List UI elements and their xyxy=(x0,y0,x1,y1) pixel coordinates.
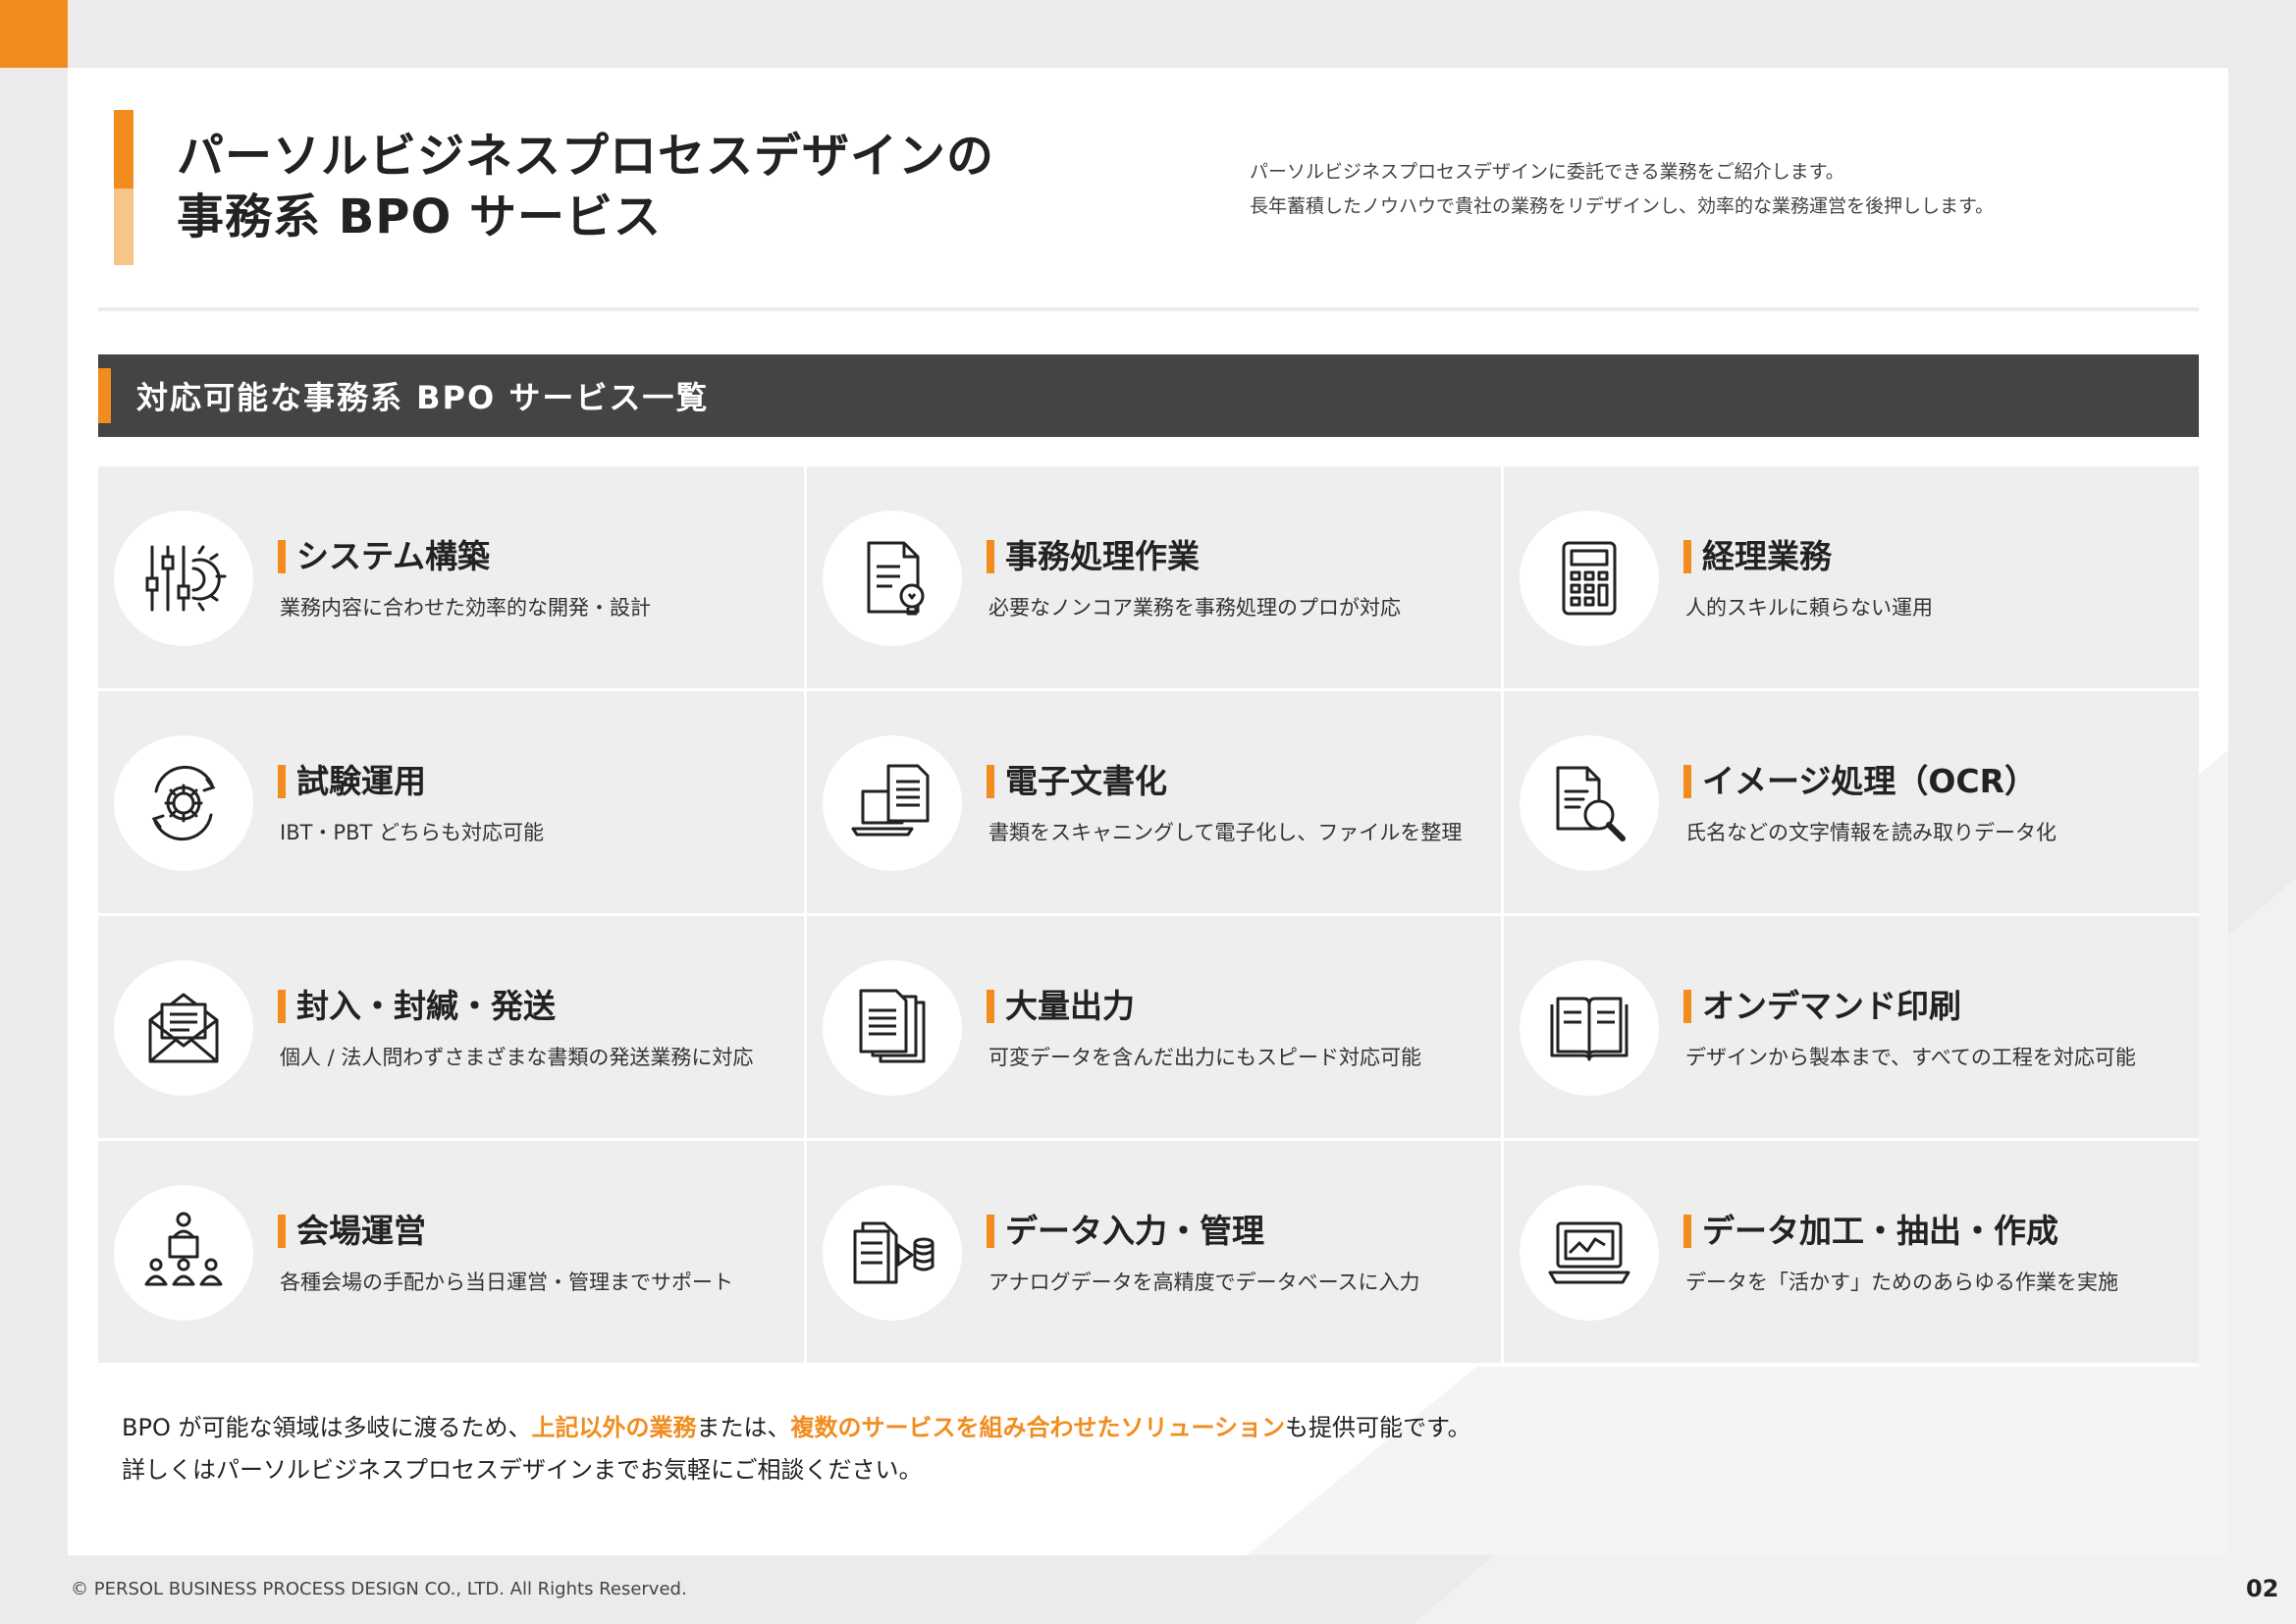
document-search-icon xyxy=(1556,766,1626,841)
service-title: 事務処理作業 xyxy=(987,537,1200,576)
service-title: システム構築 xyxy=(278,537,490,576)
service-title: 会場運営 xyxy=(278,1212,426,1251)
document-stack-icon xyxy=(859,989,926,1063)
footnote-text: も提供可能です。 xyxy=(1285,1414,1471,1441)
laptop-document-icon xyxy=(851,764,930,837)
calculator-icon xyxy=(1562,541,1617,616)
service-card: 電子文書化 書類をスキャニングして電子化し、ファイルを整理 xyxy=(807,691,1501,913)
service-title: データ入力・管理 xyxy=(987,1212,1264,1251)
page-number: 02 xyxy=(2246,1575,2279,1602)
service-card: 封入・封緘・発送 個人 / 法人問わずさまざまな書類の発送業務に対応 xyxy=(98,916,804,1138)
service-icon-circle xyxy=(823,960,962,1096)
service-title: オンデマンド印刷 xyxy=(1683,987,1961,1026)
service-icon-circle xyxy=(1520,960,1659,1096)
title-accent-bar xyxy=(114,110,133,265)
service-card: 会場運営 各種会場の手配から当日運営・管理までサポート xyxy=(98,1141,804,1363)
service-title: データ加工・抽出・作成 xyxy=(1683,1212,2058,1251)
service-card: システム構築 業務内容に合わせた効率的な開発・設計 xyxy=(98,466,804,688)
service-card: オンデマンド印刷 デザインから製本まで、すべての工程を対応可能 xyxy=(1504,916,2199,1138)
service-description: 氏名などの文字情報を読み取りデータ化 xyxy=(1685,821,2056,844)
document-bulb-icon xyxy=(867,541,925,616)
service-description: 各種会場の手配から当日運営・管理までサポート xyxy=(280,1271,733,1294)
gear-cycle-icon xyxy=(151,765,216,841)
system-gear-icon xyxy=(145,545,227,612)
copyright: © PERSOL BUSINESS PROCESS DESIGN CO., LT… xyxy=(71,1579,687,1599)
service-description: アナログデータを高精度でデータベースに入力 xyxy=(988,1271,1420,1294)
service-title: 経理業務 xyxy=(1683,537,1832,576)
footnote-highlight: 複数のサービスを組み合わせたソリューション xyxy=(790,1414,1285,1441)
footnote-text: BPO が可能な領域は多岐に渡るため、 xyxy=(122,1414,532,1441)
footnote: BPO が可能な領域は多岐に渡るため、上記以外の業務または、複数のサービスを組み… xyxy=(122,1407,1471,1491)
services-grid: システム構築 業務内容に合わせた効率的な開発・設計 事務処理作業 必要なノンコア… xyxy=(98,466,2199,1367)
service-icon-circle xyxy=(823,735,962,871)
section-header: 対応可能な事務系 BPO サービス一覧 xyxy=(98,354,2199,437)
section-title: 対応可能な事務系 BPO サービス一覧 xyxy=(136,379,710,416)
service-card: イメージ処理（OCR） 氏名などの文字情報を読み取りデータ化 xyxy=(1504,691,2199,913)
header-divider xyxy=(98,307,2199,311)
document-database-icon xyxy=(853,1221,934,1284)
service-title: 電子文書化 xyxy=(987,762,1167,801)
page-title: パーソルビジネスプロセスデザインの 事務系 BPO サービス xyxy=(177,126,1158,247)
service-description: デザインから製本まで、すべての工程を対応可能 xyxy=(1685,1046,2136,1069)
service-icon-circle xyxy=(1520,511,1659,646)
footnote-highlight: 上記以外の業務 xyxy=(531,1414,697,1441)
service-card: データ入力・管理 アナログデータを高精度でデータベースに入力 xyxy=(807,1141,1501,1363)
page-title-line2: 事務系 BPO サービス xyxy=(177,189,662,244)
service-title: 試験運用 xyxy=(278,762,426,801)
service-description: 人的スキルに頼らない運用 xyxy=(1685,596,1933,620)
service-icon-circle xyxy=(1520,1185,1659,1321)
service-card: 事務処理作業 必要なノンコア業務を事務処理のプロが対応 xyxy=(807,466,1501,688)
service-title: イメージ処理（OCR） xyxy=(1683,762,2037,801)
intro-text: パーソルビジネスプロセスデザインに委託できる業務をご紹介します。 長年蓄積したノ… xyxy=(1250,155,1994,224)
intro-line2: 長年蓄積したノウハウで貴社の業務をリデザインし、効率的な業務運営を後押しします。 xyxy=(1250,195,1995,217)
envelope-icon xyxy=(148,993,219,1063)
service-description: 可変データを含んだ出力にもスピード対応可能 xyxy=(988,1046,1421,1069)
page-title-line1: パーソルビジネスプロセスデザインの xyxy=(177,129,995,184)
service-description: 業務内容に合わせた効率的な開発・設計 xyxy=(280,596,651,620)
service-card: 試験運用 IBT・PBT どちらも対応可能 xyxy=(98,691,804,913)
open-book-icon xyxy=(1550,997,1629,1061)
presenter-audience-icon xyxy=(144,1212,223,1286)
service-icon-circle xyxy=(114,735,253,871)
service-description: 必要なノンコア業務を事務処理のプロが対応 xyxy=(988,596,1401,620)
service-description: IBT・PBT どちらも対応可能 xyxy=(280,821,545,844)
intro-line1: パーソルビジネスプロセスデザインに委託できる業務をご紹介します。 xyxy=(1250,161,1844,183)
section-header-accent xyxy=(98,368,111,423)
corner-accent xyxy=(0,0,68,68)
service-icon-circle xyxy=(114,1185,253,1321)
service-description: 個人 / 法人問わずさまざまな書類の発送業務に対応 xyxy=(280,1046,754,1069)
service-title: 大量出力 xyxy=(987,987,1135,1026)
service-card: 経理業務 人的スキルに頼らない運用 xyxy=(1504,466,2199,688)
service-icon-circle xyxy=(823,511,962,646)
footnote-line2: 詳しくはパーソルビジネスプロセスデザインまでお気軽にご相談ください。 xyxy=(122,1456,923,1484)
service-icon-circle xyxy=(114,511,253,646)
service-icon-circle xyxy=(823,1185,962,1321)
footnote-text: または、 xyxy=(696,1414,791,1441)
footnote-line1: BPO が可能な領域は多岐に渡るため、上記以外の業務または、複数のサービスを組み… xyxy=(122,1407,1471,1449)
service-card: 大量出力 可変データを含んだ出力にもスピード対応可能 xyxy=(807,916,1501,1138)
service-icon-circle xyxy=(114,960,253,1096)
service-card: データ加工・抽出・作成 データを「活かす」ためのあらゆる作業を実施 xyxy=(1504,1141,2199,1363)
service-description: データを「活かす」ためのあらゆる作業を実施 xyxy=(1685,1271,2118,1294)
service-title: 封入・封緘・発送 xyxy=(278,987,556,1026)
service-description: 書類をスキャニングして電子化し、ファイルを整理 xyxy=(988,821,1463,844)
laptop-chart-icon xyxy=(1548,1221,1630,1284)
service-icon-circle xyxy=(1520,735,1659,871)
